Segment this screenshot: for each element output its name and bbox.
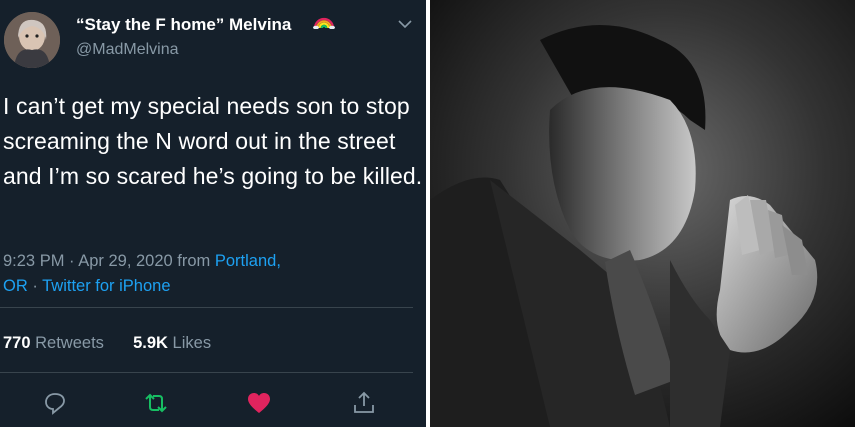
retweets-count: 770 — [3, 334, 31, 352]
divider-line — [0, 307, 413, 308]
chevron-down-icon[interactable] — [398, 16, 412, 34]
likes-count: 5.9K — [133, 334, 168, 352]
tweet-meta: 9:23 PM · Apr 29, 2020 from Portland, OR … — [3, 249, 413, 299]
tweet-card: “Stay the F home” Melvina @MadMelvina I … — [0, 0, 426, 427]
separator: · — [27, 277, 43, 295]
engagement-counts: 770 Retweets 5.9K Likes — [3, 334, 211, 353]
divider-line — [0, 372, 413, 373]
tweet-text: I can’t get my special needs son to stop… — [3, 93, 423, 189]
portrait-photo — [430, 0, 855, 427]
like-icon[interactable] — [246, 390, 272, 416]
handle[interactable]: @MadMelvina — [76, 41, 179, 59]
likes-stat[interactable]: 5.9K Likes — [133, 334, 211, 352]
reply-icon[interactable] — [42, 390, 68, 416]
display-name[interactable]: “Stay the F home” Melvina — [76, 15, 291, 35]
retweets-label: Retweets — [35, 334, 104, 352]
likes-label: Likes — [172, 334, 212, 352]
avatar[interactable] — [4, 12, 60, 68]
rainbow-icon — [313, 13, 335, 34]
location-link-cont[interactable]: OR — [3, 277, 28, 295]
retweets-stat[interactable]: 770 Retweets — [3, 334, 104, 352]
location-link[interactable]: Portland, — [215, 252, 281, 270]
source-link[interactable]: Twitter for iPhone — [42, 277, 170, 295]
retweet-icon[interactable] — [142, 390, 168, 416]
share-icon[interactable] — [351, 390, 377, 416]
timestamp[interactable]: 9:23 PM · Apr 29, 2020 from — [3, 252, 215, 270]
